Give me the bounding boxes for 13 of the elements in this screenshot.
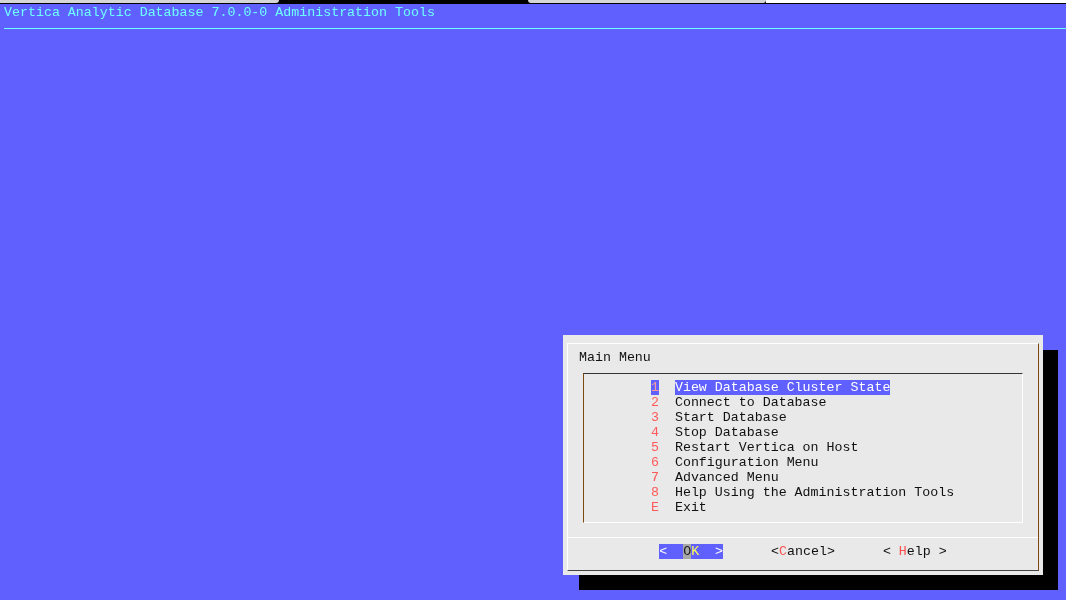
menu-item[interactable]: 2 Connect to Database bbox=[651, 395, 827, 410]
menu-item[interactable]: 6 Configuration Menu bbox=[651, 455, 819, 470]
dialog-button[interactable]: < OK > bbox=[659, 544, 724, 559]
dialog-button[interactable]: <Cancel> bbox=[771, 544, 835, 559]
menu-item[interactable]: 8 Help Using the Administration Tools bbox=[651, 485, 955, 500]
menu-item[interactable]: 3 Start Database bbox=[651, 410, 787, 425]
dialog-title: Main Menu bbox=[579, 350, 651, 365]
header-title: Vertica Analytic Database 7.0.0-0 Administration Tools bbox=[4, 5, 435, 20]
menu-item[interactable]: 4 Stop Database bbox=[651, 425, 779, 440]
menu-item[interactable]: E Exit bbox=[651, 500, 707, 515]
menu-item[interactable]: 5 Restart Vertica on Host bbox=[651, 440, 859, 455]
dialog-button[interactable]: < Help > bbox=[882, 544, 947, 559]
menu-item[interactable]: 7 Advanced Menu bbox=[651, 470, 779, 485]
